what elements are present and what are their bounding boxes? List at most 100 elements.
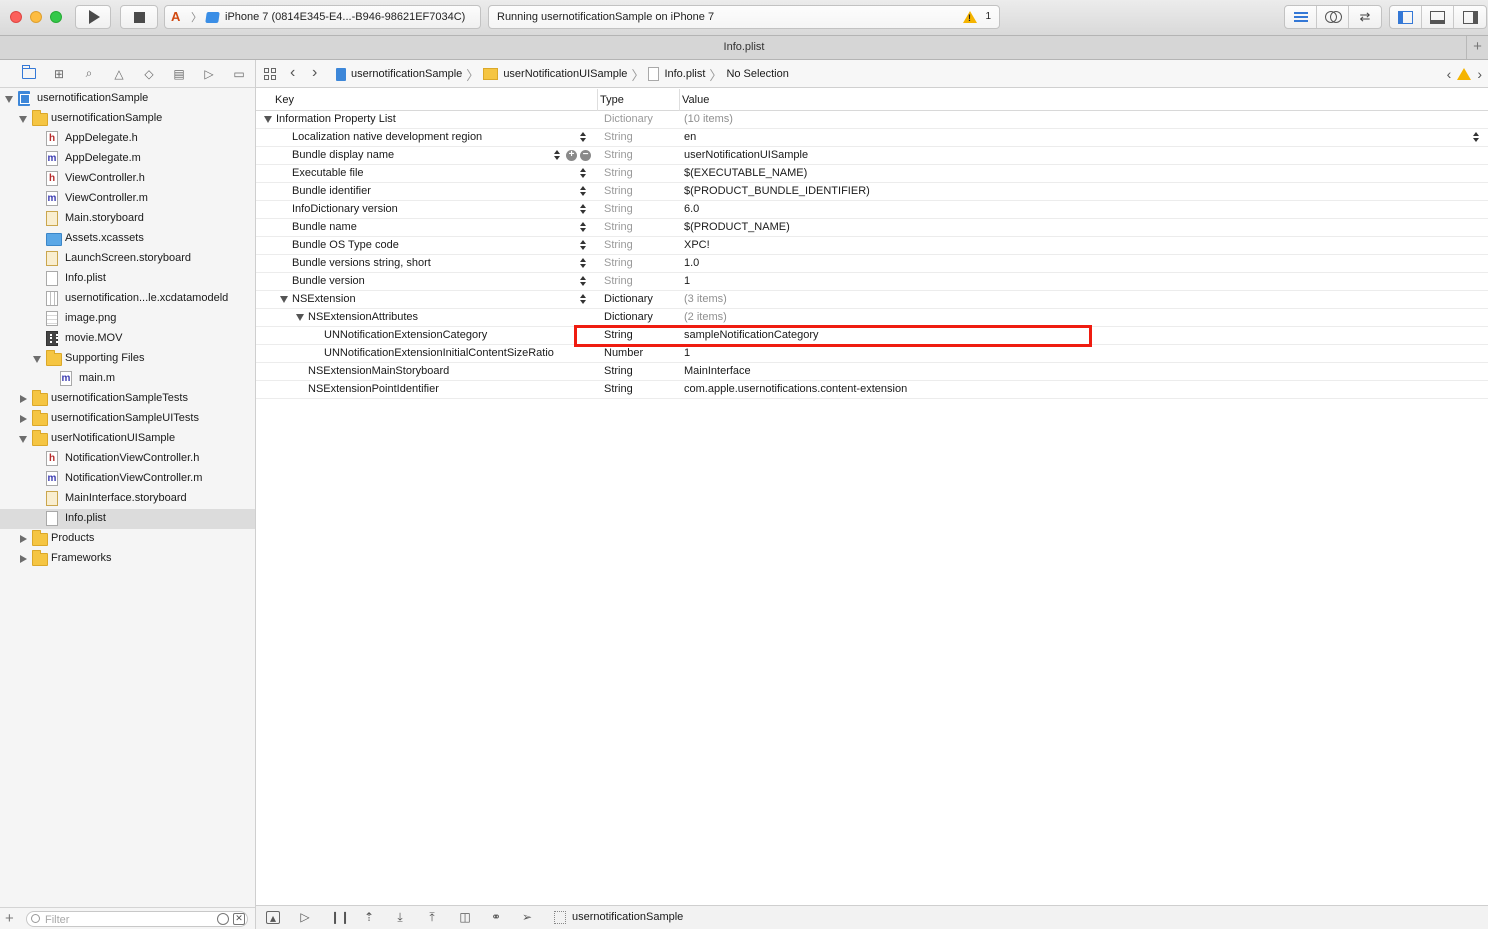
next-issue-icon[interactable]: › xyxy=(1477,66,1482,82)
disclosure-closed-icon[interactable] xyxy=(20,415,27,423)
plist-row[interactable]: UNNotificationExtensionCategory String sam… xyxy=(256,327,1488,345)
add-row-icon[interactable]: + xyxy=(566,150,577,161)
breakpoint-navigator-tab[interactable]: ▷ xyxy=(194,60,224,88)
tab-info-plist[interactable]: Info.plist xyxy=(724,41,765,53)
plist-value[interactable]: sampleNotificationCategory xyxy=(684,329,819,341)
navigator-item[interactable]: Frameworks xyxy=(0,549,255,569)
plist-type[interactable]: String xyxy=(604,149,633,161)
standard-editor-button[interactable] xyxy=(1285,6,1317,28)
key-stepper-icon[interactable] xyxy=(579,293,587,306)
plist-row[interactable]: Bundle version String 1 xyxy=(256,273,1488,291)
plist-type[interactable]: String xyxy=(604,257,633,269)
plist-key[interactable]: Bundle display name xyxy=(292,149,394,161)
toggle-navigator-button[interactable] xyxy=(1390,6,1422,28)
plist-value[interactable]: (3 items) xyxy=(684,293,727,305)
hide-debug-area-icon[interactable]: ▴ xyxy=(266,911,280,925)
plist-value[interactable]: (2 items) xyxy=(684,311,727,323)
plist-row[interactable]: NSExtension Dictionary (3 items) xyxy=(256,291,1488,309)
navigator-item[interactable]: m AppDelegate.m xyxy=(0,149,255,169)
scheme-selector[interactable]: A 〉 iPhone 7 (0814E345-E4...-B946-98621E… xyxy=(164,5,481,29)
plist-key[interactable]: UNNotificationExtensionInitialContentSiz… xyxy=(324,347,554,359)
plist-value[interactable]: 1 xyxy=(684,275,690,287)
breadcrumb-group[interactable]: userNotificationUISample xyxy=(483,68,627,80)
plist-row[interactable]: Information Property List Dictionary (10 i… xyxy=(256,111,1488,129)
disclosure-open-icon[interactable] xyxy=(264,116,272,123)
disclosure-open-icon[interactable] xyxy=(33,356,41,363)
key-stepper-icon[interactable] xyxy=(579,257,587,270)
plist-type[interactable]: String xyxy=(604,185,633,197)
plist-value[interactable]: $(EXECUTABLE_NAME) xyxy=(684,167,807,179)
plist-value[interactable]: MainInterface xyxy=(684,365,751,377)
plist-row[interactable]: UNNotificationExtensionInitialContentSiz… xyxy=(256,345,1488,363)
run-button[interactable] xyxy=(75,5,111,29)
plist-row[interactable]: Bundle versions string, short String 1.0 xyxy=(256,255,1488,273)
navigator-item[interactable]: usernotification...le.xcdatamodeld xyxy=(0,289,255,309)
value-popup-icon[interactable] xyxy=(1472,131,1480,144)
navigator-item[interactable]: Info.plist xyxy=(0,269,255,289)
warning-icon[interactable]: ! xyxy=(963,11,977,23)
plist-type[interactable]: String xyxy=(604,167,633,179)
plist-key[interactable]: Bundle identifier xyxy=(292,185,371,197)
navigator-item[interactable]: MainInterface.storyboard xyxy=(0,489,255,509)
breadcrumb-selection[interactable]: No Selection xyxy=(726,68,788,80)
plist-row[interactable]: Bundle name String $(PRODUCT_NAME) xyxy=(256,219,1488,237)
minimize-window-button[interactable] xyxy=(30,11,42,23)
navigator-item[interactable]: LaunchScreen.storyboard xyxy=(0,249,255,269)
navigator-item[interactable]: m ViewController.m xyxy=(0,189,255,209)
plist-value[interactable]: 6.0 xyxy=(684,203,699,215)
debug-navigator-tab[interactable]: ▤ xyxy=(164,60,194,88)
plist-type[interactable]: String xyxy=(604,365,633,377)
key-column-header[interactable]: Key xyxy=(275,94,294,106)
report-navigator-tab[interactable]: ▭ xyxy=(224,60,254,88)
new-tab-button[interactable]: + xyxy=(1466,36,1488,59)
plist-key[interactable]: Bundle OS Type code xyxy=(292,239,399,251)
plist-value[interactable]: 1 xyxy=(684,347,690,359)
disclosure-closed-icon[interactable] xyxy=(20,555,27,563)
navigator-item[interactable]: Info.plist xyxy=(0,509,255,529)
disclosure-open-icon[interactable] xyxy=(19,116,27,123)
assistant-editor-button[interactable] xyxy=(1317,6,1349,28)
key-stepper-icon[interactable] xyxy=(579,167,587,180)
source-control-filter-icon[interactable]: ✕ xyxy=(233,913,245,925)
plist-value[interactable]: XPC! xyxy=(684,239,710,251)
navigator-item[interactable]: usernotificationSampleUITests xyxy=(0,409,255,429)
step-into-icon[interactable]: ⤓ xyxy=(393,911,407,924)
toggle-utilities-button[interactable] xyxy=(1454,6,1486,28)
plist-type[interactable]: Dictionary xyxy=(604,311,653,323)
stop-button[interactable] xyxy=(120,5,158,29)
plist-type[interactable]: String xyxy=(604,131,633,143)
plist-value[interactable]: com.apple.usernotifications.content-exte… xyxy=(684,383,907,395)
filter-input[interactable] xyxy=(45,913,205,926)
plist-row[interactable]: NSExtensionAttributes Dictionary (2 items) xyxy=(256,309,1488,327)
go-back-icon[interactable]: ‹ xyxy=(290,64,295,82)
view-debugger-icon[interactable]: ◫ xyxy=(458,911,472,924)
navigator-item[interactable]: h AppDelegate.h xyxy=(0,129,255,149)
navigator-item[interactable]: Supporting Files xyxy=(0,349,255,369)
plist-row[interactable]: Bundle OS Type code String XPC! xyxy=(256,237,1488,255)
symbol-navigator-tab[interactable]: ⊞ xyxy=(44,60,74,88)
plist-key[interactable]: Localization native development region xyxy=(292,131,482,143)
breadcrumb-project[interactable]: usernotificationSample xyxy=(336,67,462,81)
navigator-item[interactable]: h ViewController.h xyxy=(0,169,255,189)
plist-key[interactable]: Bundle version xyxy=(292,275,365,287)
key-stepper-icon[interactable] xyxy=(579,185,587,198)
plist-value[interactable]: en xyxy=(684,131,696,143)
navigator-item[interactable]: usernotificationSampleTests xyxy=(0,389,255,409)
plist-value[interactable]: $(PRODUCT_NAME) xyxy=(684,221,790,233)
disclosure-open-icon[interactable] xyxy=(19,436,27,443)
navigator-item[interactable]: m main.m xyxy=(0,369,255,389)
value-column-header[interactable]: Value xyxy=(682,94,709,106)
plist-row[interactable]: InfoDictionary version String 6.0 xyxy=(256,201,1488,219)
disclosure-open-icon[interactable] xyxy=(280,296,288,303)
plist-value[interactable]: 1.0 xyxy=(684,257,699,269)
plist-key[interactable]: Information Property List xyxy=(276,113,396,125)
plist-row[interactable]: NSExtensionPointIdentifier String com.appl… xyxy=(256,381,1488,399)
previous-issue-icon[interactable]: ‹ xyxy=(1447,66,1452,82)
location-icon[interactable]: ➢ xyxy=(520,911,534,924)
navigator-item[interactable]: m NotificationViewController.m xyxy=(0,469,255,489)
related-items-icon[interactable] xyxy=(264,68,276,80)
key-stepper-icon[interactable] xyxy=(553,149,561,162)
project-navigator-tab[interactable] xyxy=(14,60,44,88)
navigator-item[interactable]: movie.MOV xyxy=(0,329,255,349)
plist-key[interactable]: NSExtension xyxy=(292,293,356,305)
